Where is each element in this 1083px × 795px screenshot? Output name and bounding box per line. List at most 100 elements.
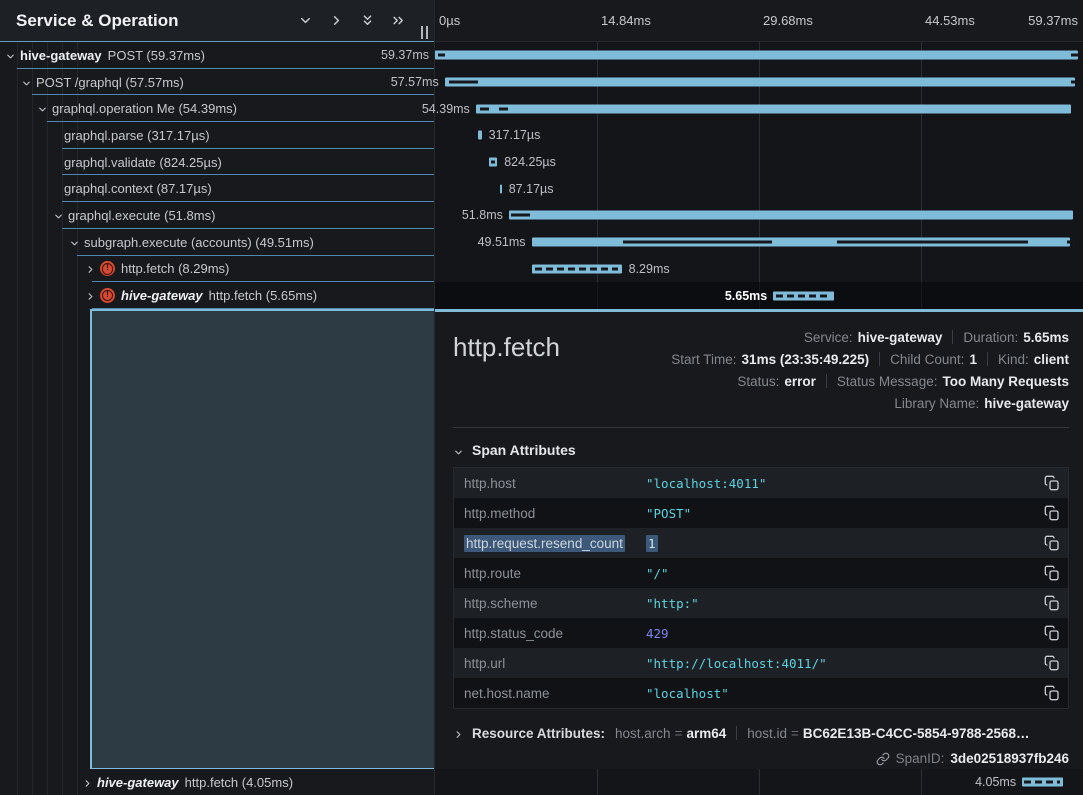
span-detail-meta: Service:hive-gatewayDuration:5.65msStart…: [671, 326, 1069, 414]
copy-icon[interactable]: [1044, 685, 1060, 701]
chevron-down-icon[interactable]: [37, 103, 48, 114]
attribute-row: http.status_code429: [454, 618, 1068, 648]
chevron-down-icon: [453, 445, 464, 456]
span-bar[interactable]: [445, 78, 1076, 87]
resource-attribute: host.id=BC62E13B-C4CC-5854-9788-2568…: [747, 726, 1029, 741]
span-graphql-execute[interactable]: graphql.execute (51.8ms): [0, 202, 434, 229]
collapse-all-icon[interactable]: [360, 13, 375, 28]
meta-separator: [736, 726, 737, 740]
operation-name: http.fetch (8.29ms): [121, 261, 229, 276]
chevron-right-icon[interactable]: [85, 263, 96, 274]
span-bar[interactable]: [435, 51, 1078, 60]
operation-name: POST /graphql (57.57ms): [36, 75, 184, 90]
span-id-label: SpanID:: [896, 751, 945, 766]
span-subgraph-execute[interactable]: subgraph.execute (accounts) (49.51ms): [0, 229, 434, 256]
attribute-value: "/": [646, 566, 1044, 581]
operation-name: graphql.parse (317.17µs): [64, 128, 210, 143]
child-span-mark: [511, 214, 530, 217]
span-bar[interactable]: [478, 131, 482, 140]
span-graphql-operation[interactable]: graphql.operation Me (54.39ms): [0, 95, 434, 122]
copy-icon[interactable]: [1044, 505, 1060, 521]
span-bar[interactable]: [509, 211, 1073, 220]
timeline-row[interactable]: 824.25µs: [435, 149, 1083, 176]
attribute-row: http.route"/": [454, 558, 1068, 588]
chevron-right-icon[interactable]: [82, 777, 93, 788]
meta-label: Library Name:: [894, 396, 979, 411]
duration-label: 87.17µs: [509, 182, 554, 196]
span-graphql-context[interactable]: graphql.context (87.17µs): [0, 175, 434, 202]
meta-value: error: [784, 374, 816, 389]
chevron-down-icon[interactable]: [21, 77, 32, 88]
chevron-right-icon[interactable]: [85, 290, 96, 301]
span-post-root[interactable]: hive-gatewayPOST (59.37ms): [0, 42, 434, 69]
span-http-fetch-2[interactable]: hive-gateway http.fetch (5.65ms): [0, 282, 434, 309]
copy-icon[interactable]: [1044, 595, 1060, 611]
copy-icon[interactable]: [1044, 565, 1060, 581]
chevron-down-icon[interactable]: [53, 210, 64, 221]
meta-separator: [987, 352, 988, 366]
span-id-value: 3de02518937fb246: [950, 751, 1069, 766]
error-icon: [100, 261, 115, 276]
timeline-row[interactable]: 8.29ms: [435, 256, 1083, 283]
timeline-row[interactable]: 57.57ms: [435, 69, 1083, 96]
duration-label: 4.05ms: [975, 775, 1016, 789]
attribute-row: http.url"http://localhost:4011/": [454, 648, 1068, 678]
operation-name: http.fetch (5.65ms): [209, 288, 317, 303]
attribute-value: 1: [646, 536, 1044, 551]
span-attributes-header[interactable]: Span Attributes: [453, 442, 1069, 458]
timeline-row[interactable]: 317.17µs: [435, 122, 1083, 149]
ruler-tick: 44.53ms: [925, 13, 975, 28]
span-bar[interactable]: [500, 184, 502, 193]
attribute-key: http.status_code: [464, 626, 646, 641]
chevron-down-icon[interactable]: [5, 50, 16, 61]
service-operation-panel: Service & Operation hive-gatewayPOST (59…: [0, 0, 434, 795]
duration-label: 317.17µs: [489, 128, 541, 142]
span-http-fetch-1[interactable]: http.fetch (8.29ms): [0, 256, 434, 283]
meta-value: 5.65ms: [1023, 330, 1069, 345]
span-bar[interactable]: [476, 104, 1071, 113]
timeline-row[interactable]: 54.39ms: [435, 95, 1083, 122]
meta-value: hive-gateway: [984, 396, 1069, 411]
timeline-row[interactable]: 51.8ms: [435, 202, 1083, 229]
resource-attributes-row[interactable]: Resource Attributes:host.arch=arm64host.…: [453, 722, 1069, 744]
timeline-row[interactable]: 49.51ms: [435, 229, 1083, 256]
meta-value: client: [1034, 352, 1069, 367]
span-http-fetch-3[interactable]: hive-gatewayhttp.fetch (4.05ms): [0, 769, 434, 795]
collapse-one-icon[interactable]: [298, 13, 313, 28]
child-span-mark: [1024, 781, 1060, 784]
chevron-right-icon: [453, 728, 464, 739]
meta-value: 31ms (23:35:49.225): [742, 352, 870, 367]
resource-attributes-title: Resource Attributes:: [472, 726, 605, 741]
expand-one-icon[interactable]: [329, 13, 344, 28]
duration-label: 5.65ms: [725, 289, 767, 303]
selected-span-block: [90, 309, 434, 769]
timeline-row[interactable]: 5.65ms: [435, 282, 1083, 309]
copy-icon[interactable]: [1044, 535, 1060, 551]
duration-label: 51.8ms: [462, 208, 503, 222]
service-name: hive-gateway: [20, 48, 102, 63]
expand-all-icon[interactable]: [391, 13, 406, 28]
child-span-mark: [499, 107, 509, 110]
attribute-key: http.url: [464, 656, 646, 671]
attribute-key: http.scheme: [464, 596, 646, 611]
copy-icon[interactable]: [1044, 625, 1060, 641]
timeline-row[interactable]: 87.17µs: [435, 175, 1083, 202]
panel-resize-handle[interactable]: [421, 26, 428, 39]
service-name: hive-gateway: [97, 775, 179, 790]
span-detail-title: http.fetch: [453, 326, 560, 414]
meta-label: Status:: [737, 374, 779, 389]
panel-title: Service & Operation: [16, 11, 298, 31]
span-graphql-parse[interactable]: graphql.parse (317.17µs): [0, 122, 434, 149]
span-post-graphql[interactable]: POST /graphql (57.57ms): [0, 69, 434, 96]
timeline-row[interactable]: 59.37ms: [435, 42, 1083, 69]
ruler-tick: 29.68ms: [763, 13, 813, 28]
timeline-row[interactable]: 4.05ms: [435, 769, 1083, 795]
chevron-down-icon[interactable]: [69, 237, 80, 248]
service-name: hive-gateway: [121, 288, 203, 303]
span-graphql-validate[interactable]: graphql.validate (824.25µs): [0, 149, 434, 176]
copy-icon[interactable]: [1044, 475, 1060, 491]
child-span-mark: [623, 241, 772, 244]
attribute-value: 429: [646, 626, 1044, 641]
attribute-key: net.host.name: [464, 686, 646, 701]
copy-icon[interactable]: [1044, 655, 1060, 671]
